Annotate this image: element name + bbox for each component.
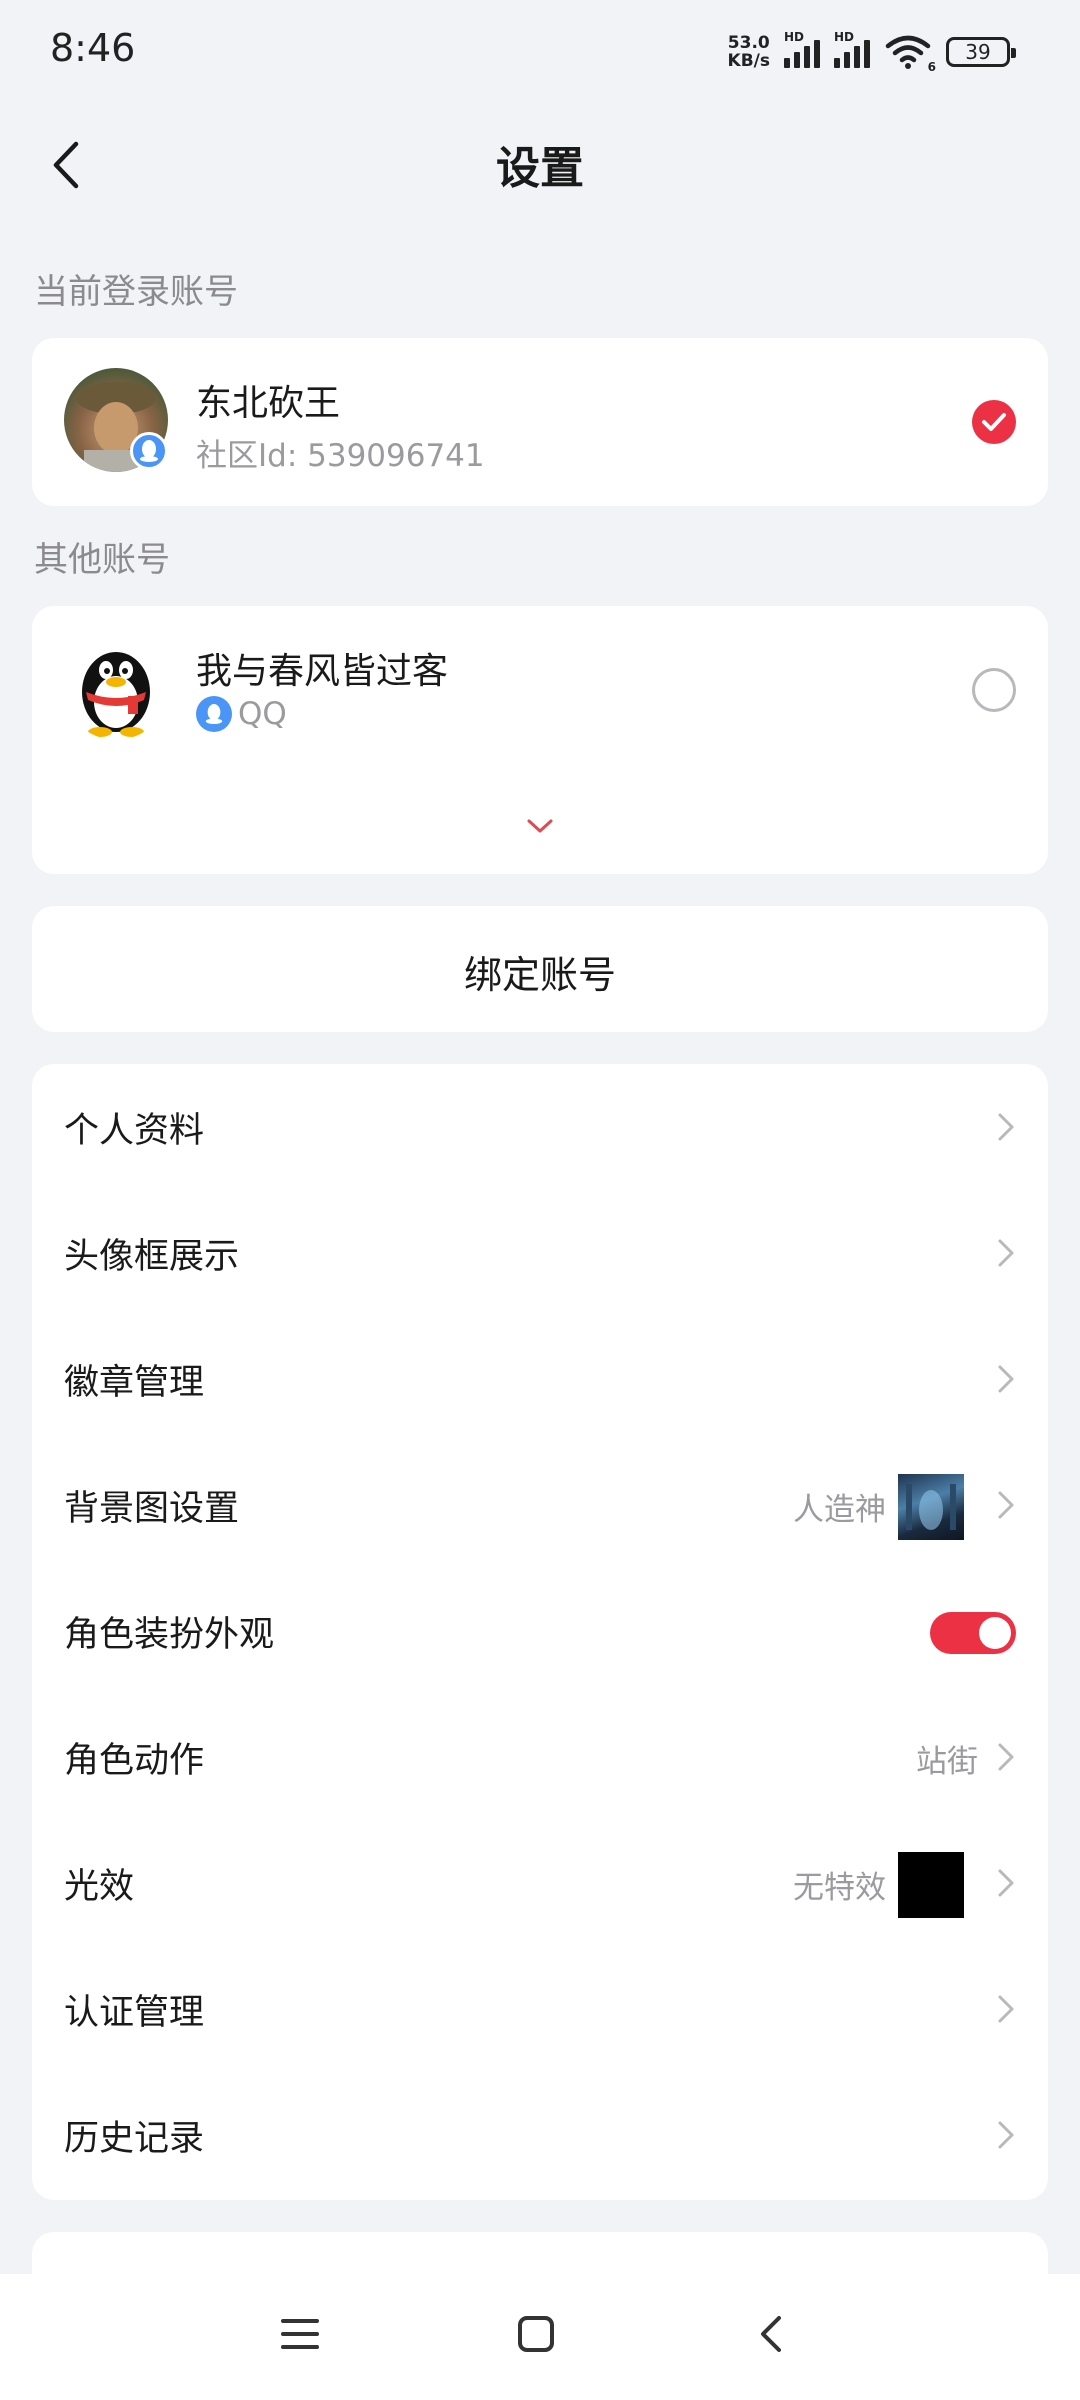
account-radio[interactable] (972, 668, 1016, 712)
check-icon (982, 413, 1006, 431)
qq-icon (196, 696, 232, 732)
platform-badge: QQ (196, 696, 287, 732)
background-thumbnail (898, 1474, 964, 1540)
bind-account-button[interactable]: 绑定账号 (32, 906, 1048, 1032)
row-label: 徽章管理 (64, 1363, 205, 1403)
settings-row-avatar-frame[interactable]: 头像框展示 (32, 1190, 1048, 1316)
signal-hd-badge-2: HD (834, 30, 855, 44)
chevron-down-icon (527, 819, 553, 833)
current-account-label: 当前登录账号 (34, 272, 238, 312)
signal-icon: HD (784, 30, 820, 68)
list-item[interactable]: 我与春风皆过客 QQ (32, 606, 1048, 774)
settings-row-badges[interactable]: 徽章管理 (32, 1316, 1048, 1442)
home-button[interactable] (506, 2304, 566, 2364)
status-time: 8:46 (50, 26, 136, 70)
wifi-6-badge: 6 (927, 60, 936, 74)
other-accounts-label: 其他账号 (34, 540, 170, 580)
wifi-icon: 6 (884, 34, 936, 74)
settings-page: 8:46 53.0 KB/s HD HD 6 39 设置 当前登录账号 东北砍王… (0, 0, 1080, 2400)
home-square-icon (518, 2316, 554, 2352)
settings-row-character-action[interactable]: 角色动作 站街 (32, 1694, 1048, 1820)
system-back-button[interactable] (740, 2304, 800, 2364)
settings-row-outfit-appearance: 角色装扮外观 (32, 1568, 1048, 1694)
row-label: 角色装扮外观 (64, 1615, 275, 1655)
current-account-card[interactable]: 东北砍王 社区Id: 539096741 (32, 338, 1048, 506)
current-account-name: 东北砍王 (196, 383, 341, 424)
battery-level: 39 (965, 40, 991, 64)
status-icons: 53.0 KB/s HD HD 6 39 (728, 30, 1016, 74)
settings-row-history[interactable]: 历史记录 (32, 2072, 1048, 2198)
community-id: 社区Id: 539096741 (196, 438, 485, 474)
back-triangle-icon (761, 2316, 781, 2352)
expand-accounts-button[interactable] (510, 806, 570, 846)
network-speed-unit: KB/s (727, 51, 770, 71)
network-speed-value: 53.0 (727, 33, 770, 53)
row-label: 历史记录 (64, 2119, 205, 2159)
settings-row-profile[interactable]: 个人资料 (32, 1064, 1048, 1190)
other-accounts-card: 我与春风皆过客 QQ (32, 606, 1048, 874)
chevron-right-icon (998, 1869, 1014, 1897)
other-account-name: 我与春风皆过客 (196, 651, 449, 692)
chevron-right-icon (998, 1239, 1014, 1267)
platform-label: QQ (238, 696, 287, 732)
row-value: 无特效 (793, 1870, 886, 1906)
menu-icon (281, 2319, 319, 2349)
status-bar: 8:46 53.0 KB/s HD HD 6 39 (0, 0, 1080, 100)
settings-row-light-effect[interactable]: 光效 无特效 (32, 1820, 1048, 1946)
chevron-right-icon (998, 1491, 1014, 1519)
network-speed: 53.0 KB/s (728, 34, 770, 70)
toggle-knob (979, 1617, 1011, 1649)
row-label: 个人资料 (64, 1111, 205, 1151)
qq-icon (130, 432, 168, 470)
signal-hd-badge: HD (784, 30, 805, 44)
settings-row-verification[interactable]: 认证管理 (32, 1946, 1048, 2072)
settings-row-background[interactable]: 背景图设置 人造神 (32, 1442, 1048, 1568)
qq-penguin-avatar (82, 652, 150, 737)
row-label: 认证管理 (64, 1993, 205, 2033)
settings-list: 个人资料 头像框展示 徽章管理 背景图设置 人造神 角色装扮外观 角色动作 站街… (32, 1064, 1048, 2200)
row-label: 光效 (64, 1867, 135, 1907)
row-value: 人造神 (793, 1492, 886, 1528)
light-effect-thumbnail (898, 1852, 964, 1918)
chevron-right-icon (998, 1743, 1014, 1771)
chevron-right-icon (998, 1113, 1014, 1141)
row-value: 站街 (916, 1744, 978, 1780)
page-title: 设置 (496, 143, 584, 194)
signal-icon-2: HD (834, 30, 870, 68)
chevron-right-icon (998, 1365, 1014, 1393)
bind-account-label: 绑定账号 (463, 953, 616, 997)
account-selected-radio[interactable] (972, 400, 1016, 444)
row-label: 背景图设置 (64, 1489, 240, 1529)
avatar (64, 636, 168, 740)
system-navigation-bar (0, 2274, 1080, 2400)
chevron-right-icon (998, 1995, 1014, 2023)
row-label: 角色动作 (64, 1741, 205, 1781)
outfit-appearance-toggle[interactable] (930, 1612, 1016, 1654)
battery-icon: 39 (946, 37, 1016, 67)
row-label: 头像框展示 (64, 1237, 240, 1277)
recent-apps-button[interactable] (270, 2304, 330, 2364)
chevron-right-icon (998, 2121, 1014, 2149)
